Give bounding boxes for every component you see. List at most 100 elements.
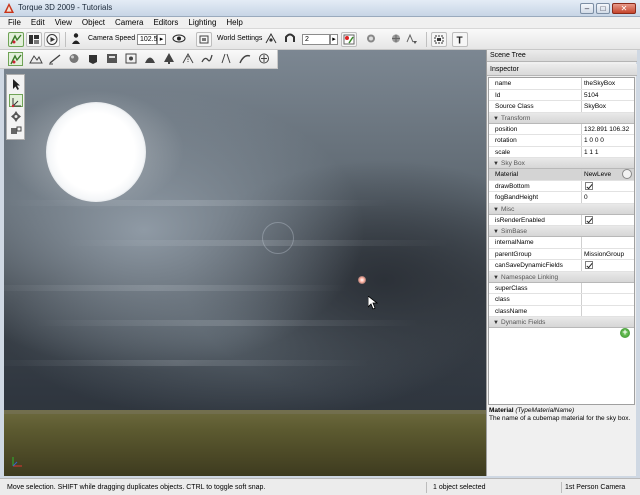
menu-object[interactable]: Object bbox=[77, 17, 110, 29]
visibility-icon[interactable] bbox=[172, 32, 188, 47]
river-editor-icon[interactable] bbox=[200, 52, 215, 66]
inspector-row[interactable]: className bbox=[489, 305, 634, 317]
move-tool-icon[interactable] bbox=[9, 94, 23, 108]
sun-icon[interactable] bbox=[364, 32, 380, 47]
text-icon[interactable]: T bbox=[452, 32, 468, 47]
inspector-row[interactable]: isRenderEnabled bbox=[489, 214, 634, 226]
dynamic-fields-category[interactable]: ▼ Dynamic Fields bbox=[489, 317, 634, 328]
field-value[interactable]: 1 0 0 0 bbox=[584, 136, 634, 145]
inspector-row[interactable]: class bbox=[489, 294, 634, 306]
cloud-layer bbox=[34, 320, 486, 326]
field-label: Id bbox=[495, 91, 501, 99]
select-arrow-icon[interactable] bbox=[9, 78, 23, 91]
sun-halo bbox=[262, 222, 294, 254]
toolbar-separator bbox=[426, 32, 427, 47]
menu-file[interactable]: File bbox=[0, 17, 26, 29]
inspector-row[interactable]: Id 5104 bbox=[489, 89, 634, 101]
inspector-row[interactable]: fogBandHeight 0 bbox=[489, 192, 634, 204]
shape-editor-icon[interactable] bbox=[238, 52, 253, 66]
camera-speed-field[interactable]: 102.5 bbox=[137, 34, 158, 45]
field-value: SkyBox bbox=[584, 103, 607, 110]
particle-editor-icon[interactable] bbox=[124, 52, 139, 66]
field-value[interactable]: theSkyBox bbox=[584, 79, 634, 88]
rotate-tool-icon[interactable] bbox=[9, 110, 23, 123]
inspector-row[interactable]: canSaveDynamicFields bbox=[489, 260, 634, 272]
inspector-row[interactable]: internalName bbox=[489, 237, 634, 249]
player-icon[interactable] bbox=[69, 32, 85, 47]
dropdown-icon[interactable] bbox=[404, 32, 420, 47]
camera-speed-value: 102.5 bbox=[140, 36, 158, 43]
grid-size-value: 2 bbox=[305, 36, 309, 43]
drawbottom-checkbox[interactable] bbox=[585, 181, 593, 190]
scale-tool-icon[interactable] bbox=[9, 125, 23, 138]
menu-view[interactable]: View bbox=[50, 17, 77, 29]
menu-help[interactable]: Help bbox=[221, 17, 247, 29]
field-label: internalName bbox=[495, 239, 534, 246]
material-picker-icon[interactable] bbox=[622, 169, 632, 179]
snap-icon[interactable] bbox=[264, 32, 280, 47]
mesh-road-icon[interactable] bbox=[181, 52, 196, 66]
status-hint: Move selection. SHIFT while dragging dup… bbox=[7, 484, 266, 491]
inspector-row[interactable]: scale 1 1 1 bbox=[489, 146, 634, 158]
minimize-button[interactable]: – bbox=[580, 3, 594, 14]
menu-edit[interactable]: Edit bbox=[26, 17, 50, 29]
camera-select-icon[interactable] bbox=[196, 32, 212, 47]
nav-icon[interactable] bbox=[257, 52, 272, 66]
add-field-icon[interactable]: + bbox=[620, 328, 630, 338]
status-camera: 1st Person Camera bbox=[561, 482, 639, 493]
skybox-category[interactable]: ▼ Sky Box bbox=[489, 158, 634, 169]
inspector-row[interactable]: superClass bbox=[489, 282, 634, 294]
inspector-row[interactable]: position 132.891 106.32 bbox=[489, 123, 634, 135]
forest-editor-icon[interactable] bbox=[162, 52, 177, 66]
terrain-painter-icon[interactable] bbox=[48, 52, 63, 66]
object-editor-icon[interactable] bbox=[8, 52, 23, 66]
road-editor-icon[interactable] bbox=[219, 52, 234, 66]
lighting-icon[interactable] bbox=[341, 32, 357, 47]
camera-speed-stepper[interactable]: ▸ bbox=[157, 34, 166, 45]
close-button[interactable]: ✕ bbox=[612, 3, 636, 14]
menu-camera[interactable]: Camera bbox=[110, 17, 148, 29]
world-editor-icon[interactable] bbox=[8, 32, 24, 47]
camera-speed-label: Camera Speed bbox=[88, 35, 136, 42]
field-value[interactable]: 132.891 106.32 bbox=[584, 125, 634, 134]
3d-viewport[interactable] bbox=[4, 50, 486, 476]
torque-logo-icon bbox=[4, 3, 14, 13]
inspector-row-selected[interactable]: Material NewLeve bbox=[489, 169, 634, 181]
transform-category[interactable]: ▼ Transform bbox=[489, 112, 634, 124]
menu-lighting[interactable]: Lighting bbox=[183, 17, 221, 29]
inspector-row[interactable]: parentGroup MissionGroup bbox=[489, 248, 634, 260]
light-marker[interactable] bbox=[358, 276, 366, 284]
decal-editor-icon[interactable] bbox=[143, 52, 158, 66]
field-value[interactable]: 1 1 1 bbox=[584, 148, 634, 157]
terrain-editor-icon[interactable] bbox=[29, 52, 44, 66]
bounds-icon[interactable] bbox=[389, 32, 405, 47]
menu-editors[interactable]: Editors bbox=[148, 17, 183, 29]
layout-icon[interactable] bbox=[26, 32, 42, 47]
grid-size-stepper[interactable]: ▸ bbox=[330, 34, 338, 45]
inspector-row[interactable]: rotation 1 0 0 0 bbox=[489, 135, 634, 147]
misc-category[interactable]: ▼ Misc bbox=[489, 203, 634, 215]
description-field-name: Material bbox=[489, 407, 514, 414]
world-settings-label[interactable]: World Settings bbox=[217, 35, 262, 42]
field-value[interactable]: MissionGroup bbox=[584, 250, 634, 259]
cansave-checkbox[interactable] bbox=[585, 261, 593, 269]
sketch-tool-icon[interactable] bbox=[86, 52, 101, 66]
scene-tree-tab[interactable]: Scene Tree bbox=[487, 50, 637, 62]
play-icon[interactable] bbox=[44, 32, 60, 47]
fit-icon[interactable] bbox=[431, 32, 447, 47]
category-title: Namespace Linking bbox=[501, 273, 559, 281]
namespace-category[interactable]: ▼ Namespace Linking bbox=[489, 271, 634, 283]
magnet-icon[interactable] bbox=[283, 32, 299, 47]
inspector-row[interactable]: Source Class SkyBox bbox=[489, 101, 634, 113]
inspector-row[interactable]: name theSkyBox bbox=[489, 78, 634, 90]
material-editor-icon[interactable] bbox=[67, 52, 82, 66]
datablock-editor-icon[interactable] bbox=[105, 52, 120, 66]
simbase-category[interactable]: ▼ SimBase bbox=[489, 226, 634, 237]
field-label: Material bbox=[495, 171, 519, 178]
inspector-row[interactable]: drawBottom bbox=[489, 180, 634, 192]
field-value[interactable]: 0 bbox=[584, 193, 634, 202]
cloud-layer bbox=[4, 360, 466, 366]
maximize-button[interactable]: □ bbox=[596, 3, 610, 14]
grid-size-field[interactable]: 2 bbox=[302, 34, 330, 45]
render-enabled-checkbox[interactable] bbox=[585, 215, 593, 224]
